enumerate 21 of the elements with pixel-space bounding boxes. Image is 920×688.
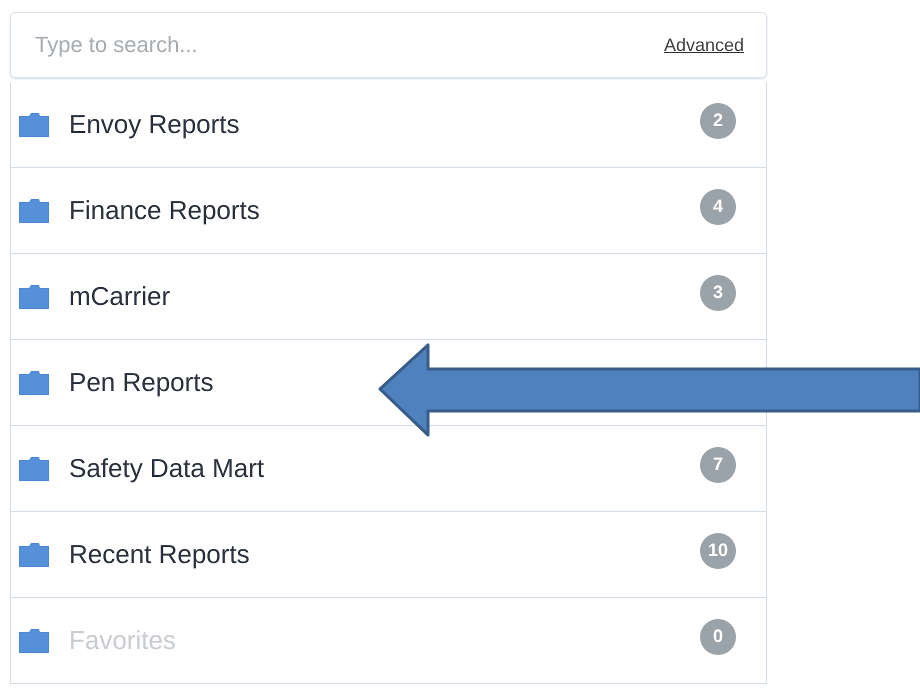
count-badge: 4 [700,188,736,224]
count-badge: 3 [700,274,736,310]
count-badge: 2 [700,102,736,138]
folder-item[interactable]: Envoy Reports [69,109,240,139]
folder-icon [19,370,49,394]
folder-icon [19,542,49,566]
folder-item[interactable]: mCarrier [69,281,170,311]
folder-icon [19,628,49,652]
folder-item[interactable]: Finance Reports [69,195,260,225]
search-field[interactable]: Type to search... Advanced [10,12,767,78]
folder-icon [19,456,49,480]
folder-item[interactable]: Recent Reports [69,539,250,569]
count-badge: 7 [700,446,736,482]
folder-icon [19,198,49,222]
count-badge: 0 [700,618,736,654]
folder-item[interactable]: Pen Reports [69,367,214,397]
folder-icon [19,112,49,136]
folder-item[interactable]: Safety Data Mart [69,453,264,483]
folder-icon [19,284,49,308]
advanced-link[interactable]: Advanced [664,34,744,56]
count-badge: 10 [700,532,736,568]
